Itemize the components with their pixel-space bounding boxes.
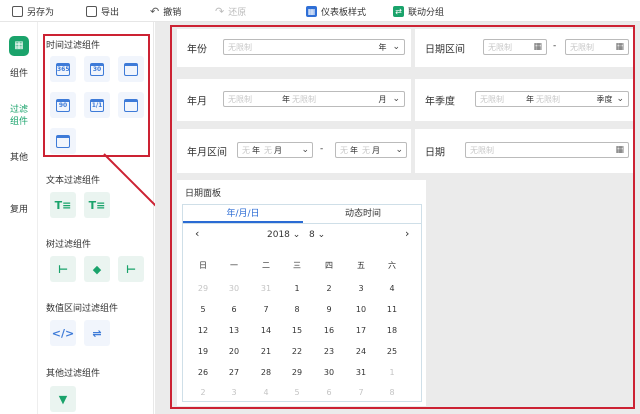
undo-label: 撤销	[163, 7, 182, 18]
save-as-label: 另存为	[27, 7, 55, 18]
tree-filter-heading: 树过滤组件	[46, 240, 92, 250]
undo-button[interactable]: ↶ 撤销	[150, 3, 181, 19]
tab-other[interactable]: 其他	[0, 152, 38, 164]
tree-dropdown-icon: ⊢	[125, 262, 137, 276]
funnel-icon: ▼	[58, 392, 68, 406]
left-tab-bar: ▦ 组件 过滤 组件 其他 复用	[0, 22, 38, 414]
text-filter-widget-a[interactable]: T≡	[50, 192, 76, 218]
tab-filter-line1[interactable]: 过滤	[0, 104, 38, 116]
tree-filter-widget-a[interactable]: ⊢	[50, 256, 76, 282]
code-icon: </>	[51, 326, 75, 340]
numeric-filter-heading: 数值区间过滤组件	[46, 304, 119, 314]
dashboard-style-button[interactable]: ▦ 仪表板样式	[306, 3, 366, 19]
numeric-filter-widget-b[interactable]: ⇌	[84, 320, 110, 346]
text-filter-heading: 文本过滤组件	[46, 176, 101, 186]
text-list-icon: T≡	[54, 198, 72, 212]
top-toolbar: 另存为 导出 ↶ 撤销 ↷ 还原 ▦ 仪表板样式 ⇄ 联动分组	[0, 0, 640, 22]
export-icon	[86, 5, 97, 17]
tree-filter-widget-b[interactable]: ◆	[84, 256, 110, 282]
export-button[interactable]: 导出	[86, 3, 119, 19]
components-icon[interactable]: ▦	[9, 36, 29, 56]
linkage-group-label: 联动分组	[408, 7, 445, 18]
numeric-filter-widget-a[interactable]: </>	[50, 320, 76, 346]
redo-button[interactable]: ↷ 还原	[215, 3, 246, 19]
tab-components[interactable]: 组件	[0, 68, 38, 80]
slider-icon: ⇌	[92, 326, 102, 340]
time-filter-highlight	[43, 34, 150, 157]
linkage-group-button[interactable]: ⇄ 联动分组	[393, 3, 444, 19]
other-filter-widget[interactable]: ▼	[50, 386, 76, 412]
redo-icon: ↷	[215, 4, 225, 18]
save-as-button[interactable]: 另存为	[12, 3, 54, 19]
tree-list-icon: ⊢	[57, 262, 69, 276]
export-label: 导出	[101, 7, 120, 18]
tag-icon: ◆	[92, 262, 102, 276]
other-filter-heading: 其他过滤组件	[46, 369, 101, 379]
tree-filter-widget-c[interactable]: ⊢	[118, 256, 144, 282]
undo-icon: ↶	[150, 4, 160, 18]
tab-reuse[interactable]: 复用	[0, 204, 38, 216]
redo-label: 还原	[228, 7, 247, 18]
linkage-group-icon: ⇄	[393, 5, 404, 17]
dashboard-style-label: 仪表板样式	[321, 7, 367, 18]
tab-filter-line2[interactable]: 组件	[0, 116, 38, 128]
dashboard-style-icon: ▦	[306, 5, 317, 17]
canvas-highlight	[170, 25, 635, 409]
save-icon	[12, 5, 23, 17]
